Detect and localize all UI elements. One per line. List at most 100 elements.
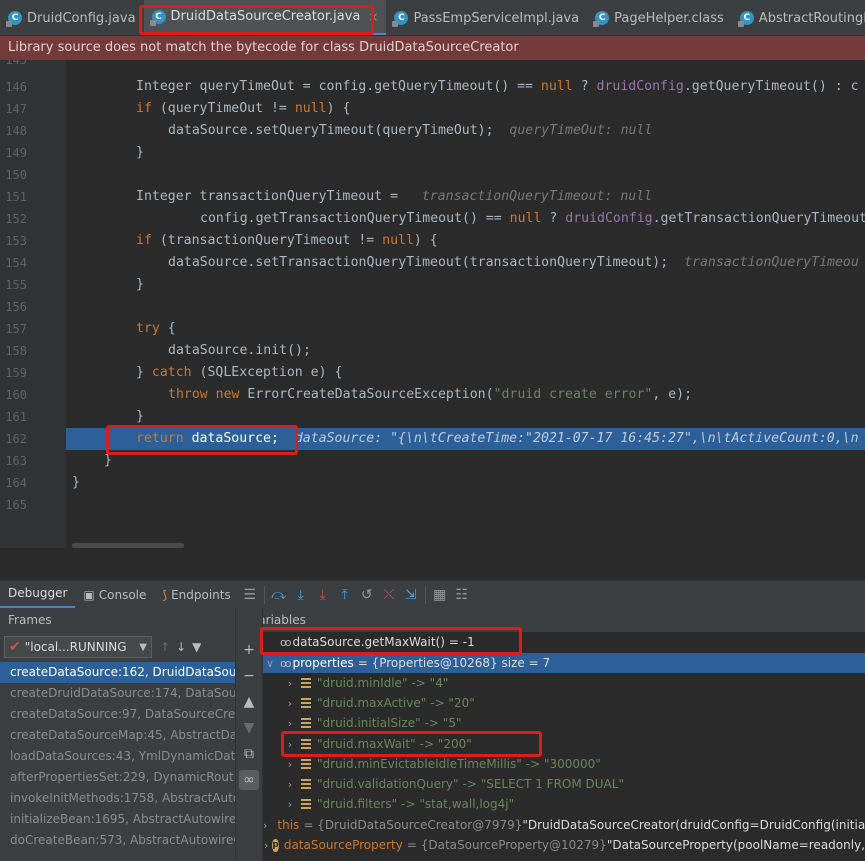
map-entry-row[interactable]: › "druid.minEvictableIdleTimeMillis" -> … (263, 754, 865, 774)
code-editor[interactable]: 145 146 Integer queryTimeOut = config.ge… (0, 60, 865, 548)
drop-frame-icon[interactable]: ↺ (356, 584, 378, 606)
step-out-icon[interactable]: ⤒ (334, 584, 356, 606)
code-line: 158 dataSource.init(); (0, 340, 865, 362)
copy-icon[interactable]: ⧉ (239, 744, 259, 764)
variable-row[interactable]: › this = {DruidDataSourceCreator@7979} "… (263, 815, 865, 835)
evaluate-expression-icon[interactable]: ▦ (429, 584, 451, 606)
map-entry-row[interactable]: › "druid.minIdle" -> "4" (263, 673, 865, 693)
line-number: 154 (5, 256, 27, 270)
frame-item[interactable]: initializeBean:1695, AbstractAutowireCa (0, 809, 235, 830)
tab-console[interactable]: ▣ Console (75, 581, 154, 609)
step-into-icon[interactable]: ⤓ (290, 584, 312, 606)
frame-item[interactable]: createDataSourceMap:45, AbstractData (0, 725, 235, 746)
code-line: 156 (0, 296, 865, 318)
code-line: 149 } (0, 142, 865, 164)
step-over-icon[interactable]: ⤼ (268, 584, 290, 606)
code-text: config.getTransactionQueryTimeout() == n… (200, 211, 865, 226)
frame-item[interactable]: createDruidDataSource:174, DataSourc (0, 683, 235, 704)
code-text: dataSource.init(); (168, 343, 311, 358)
chevron-right-icon[interactable]: › (283, 778, 297, 791)
tab-pagehelper[interactable]: C PageHelper.class (587, 0, 732, 35)
code-line: 153 if (transactionQueryTimeout != null)… (0, 230, 865, 252)
watch-row[interactable]: ∨ oo properties = {Properties@10268} siz… (263, 653, 865, 673)
code-text: } (72, 475, 80, 490)
class-icon: C (737, 11, 754, 27)
add-watch-icon[interactable]: + (239, 640, 259, 660)
filter-icon[interactable]: ▼ (192, 640, 201, 654)
parameter-icon: p (272, 838, 279, 852)
line-number: 163 (5, 454, 27, 468)
chevron-right-icon[interactable]: › (283, 717, 297, 730)
map-entry-icon (301, 799, 311, 809)
line-number: 146 (5, 80, 27, 94)
code-line: 164 } (0, 472, 865, 494)
move-up-icon[interactable]: ▲ (239, 692, 259, 712)
force-return-icon[interactable]: ⤬ (378, 584, 400, 606)
trace-icon[interactable]: ☷ (451, 584, 473, 606)
variables-toolstrip: + − ▲ ▼ ⧉ ∞ (236, 608, 263, 861)
tab-druidconfig[interactable]: C DruidConfig.java (0, 0, 144, 35)
line-number: 145 (5, 60, 27, 67)
remove-watch-icon[interactable]: − (239, 666, 259, 686)
code-line: 150 (0, 164, 865, 186)
chevron-right-icon[interactable]: › (263, 819, 267, 832)
map-entry-row[interactable]: › "druid.validationQuery" -> "SELECT 1 F… (263, 774, 865, 794)
force-step-into-icon[interactable]: ⤓ (312, 584, 334, 606)
code-text: if (queryTimeOut != null) { (136, 101, 351, 116)
tab-abstractrouting[interactable]: C AbstractRoutingDataS (732, 0, 865, 35)
horizontal-scrollbar[interactable] (72, 543, 184, 548)
line-number: 148 (5, 124, 27, 138)
line-number: 158 (5, 344, 27, 358)
frame-item[interactable]: loadDataSources:43, YmlDynamicDataS (0, 746, 235, 767)
map-entry-row[interactable]: › "druid.maxActive" -> "20" (263, 693, 865, 713)
chevron-right-icon[interactable]: › (283, 697, 297, 710)
map-entry-row[interactable]: › "druid.filters" -> "stat,wall,log4j" (263, 794, 865, 814)
line-number: 147 (5, 102, 27, 116)
tab-debugger[interactable]: Debugger (0, 581, 76, 609)
frame-item[interactable]: doCreateBean:573, AbstractAutowireCa (0, 830, 235, 851)
map-entry-row[interactable]: › "druid.initialSize" -> "5" (263, 713, 865, 733)
variable-row[interactable]: › p dataSourceProperty = {DataSourceProp… (263, 835, 865, 855)
code-line: 157 try { (0, 318, 865, 340)
run-to-cursor-icon[interactable]: ⇲ (400, 584, 422, 606)
frame-item[interactable]: invokeInitMethods:1758, AbstractAuto (0, 788, 235, 809)
chevron-right-icon[interactable]: › (283, 677, 297, 690)
toolbar-separator (424, 585, 426, 604)
line-number: 160 (5, 388, 27, 402)
line-number: 149 (5, 146, 27, 160)
arrow-up-icon[interactable]: ↑ (160, 640, 170, 654)
thread-select[interactable]: ✔ "local...RUNNING ▼ (4, 636, 152, 658)
code-text: } catch (SQLException e) { (136, 365, 343, 380)
tab-endpoints[interactable]: ⟆ Endpoints (154, 581, 238, 609)
chevron-right-icon[interactable]: › (283, 758, 297, 771)
frame-item[interactable]: createDataSource:97, DataSourceCreat (0, 704, 235, 725)
code-line: 162 (0, 428, 66, 450)
map-entry-icon (301, 718, 311, 728)
line-number: 152 (5, 212, 27, 226)
frame-item[interactable]: afterPropertiesSet:229, DynamicRoutin (0, 767, 235, 788)
line-number: 157 (5, 322, 27, 336)
code-line: 165 (0, 494, 865, 516)
move-down-icon[interactable]: ▼ (239, 718, 259, 738)
arrow-down-icon[interactable]: ↓ (176, 640, 186, 654)
code-line: 154 dataSource.setTransactionQueryTimeou… (0, 252, 865, 274)
map-entry-icon (301, 759, 311, 769)
class-icon: C (392, 11, 409, 27)
chevron-right-icon[interactable]: › (283, 798, 297, 811)
chevron-down-icon: ▼ (139, 641, 147, 653)
line-number: 165 (5, 498, 27, 512)
menu-icon[interactable]: ☰ (239, 584, 261, 606)
chevron-right-icon[interactable]: › (263, 839, 269, 852)
line-number: 151 (5, 190, 27, 204)
code-line: 152 config.getTransactionQueryTimeout() … (0, 208, 865, 230)
frames-panel: Frames ✔ "local...RUNNING ▼ ↑ ↓ ▼ create… (0, 608, 236, 861)
line-number: 155 (5, 278, 27, 292)
tab-passempserviceimpl[interactable]: C PassEmpServiceImpl.java (386, 0, 587, 35)
frame-item[interactable]: createDataSource:162, DruidDataSourc (0, 662, 235, 683)
line-number: 162 (5, 432, 27, 446)
annotation-highlight (260, 627, 522, 655)
code-text: } (136, 145, 144, 160)
show-watches-icon[interactable]: ∞ (239, 770, 259, 790)
map-entry-icon (301, 678, 311, 688)
chevron-down-icon[interactable]: ∨ (263, 657, 277, 670)
